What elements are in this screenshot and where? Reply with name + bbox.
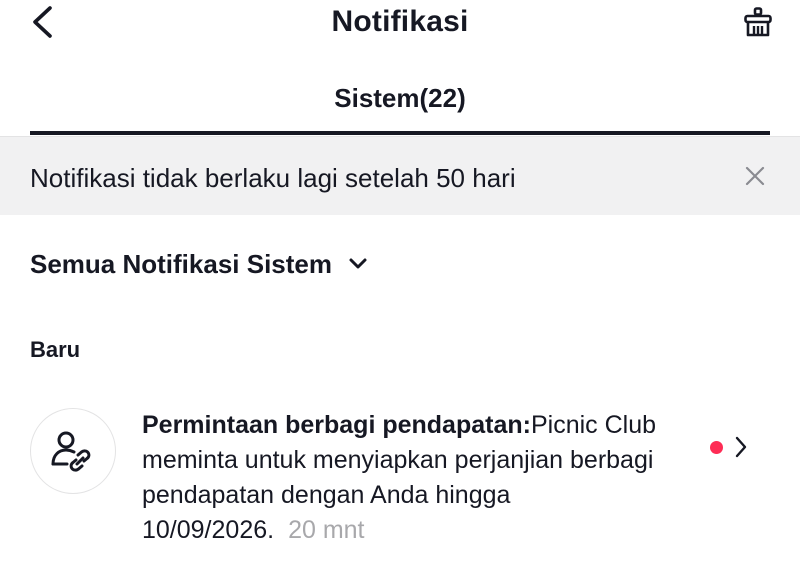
notification-item[interactable]: Permintaan berbagi pendapatan:Picnic Clu… (0, 400, 800, 568)
clear-all-button[interactable] (738, 2, 778, 42)
tab-active-indicator (30, 131, 770, 135)
section-label-new: Baru (30, 337, 81, 362)
notification-text: Permintaan berbagi pendapatan:Picnic Clu… (142, 408, 690, 548)
page-title: Notifikasi (331, 5, 469, 38)
expiry-banner: Notifikasi tidak berlaku lagi setelah 50… (0, 137, 800, 215)
banner-text: Notifikasi tidak berlaku lagi setelah 50… (30, 163, 516, 193)
close-icon (745, 166, 765, 186)
chevron-right-icon (735, 436, 747, 458)
chevron-down-icon (348, 257, 368, 271)
notification-open-button[interactable] (730, 434, 752, 460)
filter-label: Semua Notifikasi Sistem (30, 248, 332, 279)
notification-avatar (30, 408, 116, 494)
user-link-icon (51, 431, 91, 472)
notification-time: 20 mnt (288, 516, 365, 544)
tab-bar: Sistem(22) (0, 72, 800, 137)
notification-filter-dropdown[interactable]: Semua Notifikasi Sistem (30, 242, 368, 286)
banner-close-button[interactable] (740, 161, 770, 191)
unread-dot (710, 441, 723, 454)
notifications-page: Notifikasi Sistem(22) Notifikasi tidak b… (0, 0, 800, 568)
tab-system[interactable]: Sistem(22) (30, 72, 770, 135)
tab-label: Sistem(22) (334, 83, 466, 113)
header: Notifikasi (0, 0, 800, 44)
notification-title: Permintaan berbagi pendapatan: (142, 411, 531, 439)
broom-icon (744, 7, 772, 37)
